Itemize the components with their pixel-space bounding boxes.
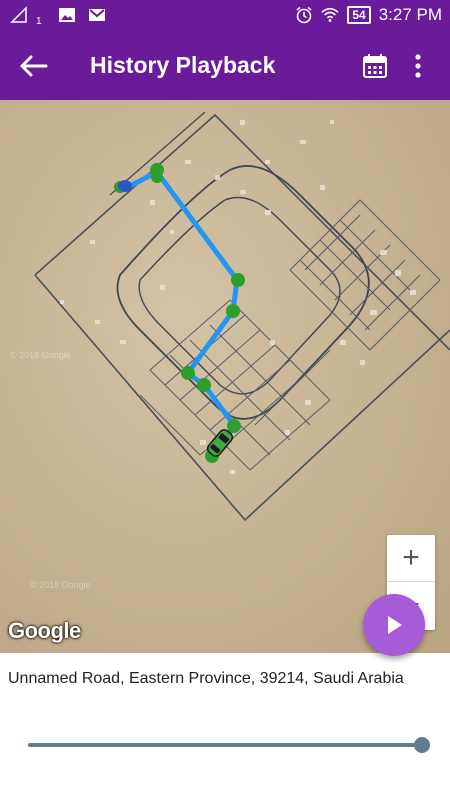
signal-icon — [10, 6, 27, 23]
location-address: Unnamed Road, Eastern Province, 39214, S… — [8, 670, 404, 687]
sim-number: 1 — [36, 15, 42, 27]
map-view[interactable]: © 2018 Google © 2018 Google + − — [0, 100, 450, 653]
play-icon — [388, 616, 402, 634]
more-vert-icon[interactable] — [408, 52, 428, 80]
play-button[interactable] — [363, 594, 425, 656]
start-marker — [118, 180, 132, 192]
map-watermark: © 2018 Google — [30, 580, 91, 590]
stop-marker — [226, 304, 240, 318]
stop-marker — [151, 171, 163, 183]
map-watermark: © 2018 Google — [10, 350, 71, 360]
zoom-in-button[interactable]: + — [387, 535, 435, 582]
google-logo: Google — [8, 618, 81, 643]
slider-thumb[interactable] — [414, 737, 430, 753]
stop-marker — [197, 378, 211, 392]
app-bar: History Playback — [0, 32, 450, 100]
alarm-icon — [296, 6, 312, 24]
wifi-icon — [321, 7, 339, 22]
gallery-icon — [58, 8, 75, 22]
stop-marker — [231, 273, 245, 287]
battery-level: 54 — [347, 6, 371, 24]
page-title: History Playback — [90, 52, 276, 78]
calendar-icon[interactable] — [362, 52, 388, 80]
status-time: 3:27 PM — [378, 5, 442, 24]
back-arrow-icon[interactable] — [16, 50, 52, 82]
status-bar: 1 54 3:27 PM — [0, 0, 450, 32]
gmail-icon — [88, 9, 105, 21]
stop-marker — [227, 419, 241, 433]
slider-track[interactable] — [28, 743, 422, 747]
satellite-map: © 2018 Google © 2018 Google — [0, 100, 450, 653]
stop-marker — [181, 366, 195, 380]
playback-slider[interactable] — [28, 735, 430, 755]
